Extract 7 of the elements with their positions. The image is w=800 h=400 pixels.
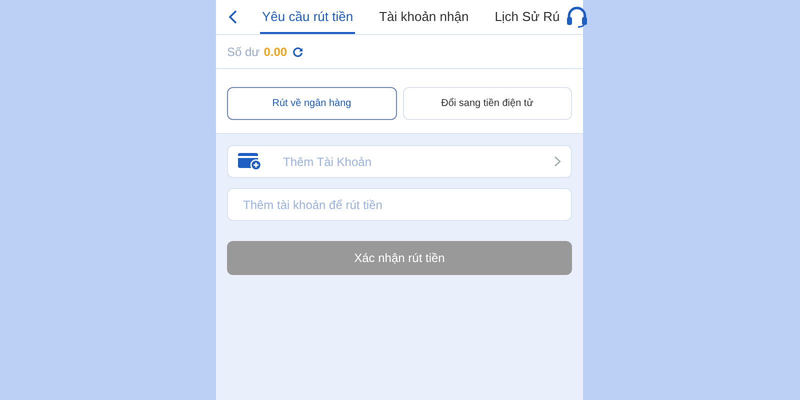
tab[interactable]: Tài khoản nhận (377, 0, 471, 34)
tab[interactable]: Lịch Sử Rú (492, 0, 562, 34)
method-button[interactable]: Rút về ngân hàng (227, 87, 396, 120)
balance-label: Số dư (227, 44, 260, 58)
account-input-field[interactable]: Thêm tài khoản để rút tiền (227, 188, 572, 221)
method-button[interactable]: Đổi sang tiền điện tử (402, 87, 572, 120)
balance-amount: 0.00 (264, 44, 288, 58)
